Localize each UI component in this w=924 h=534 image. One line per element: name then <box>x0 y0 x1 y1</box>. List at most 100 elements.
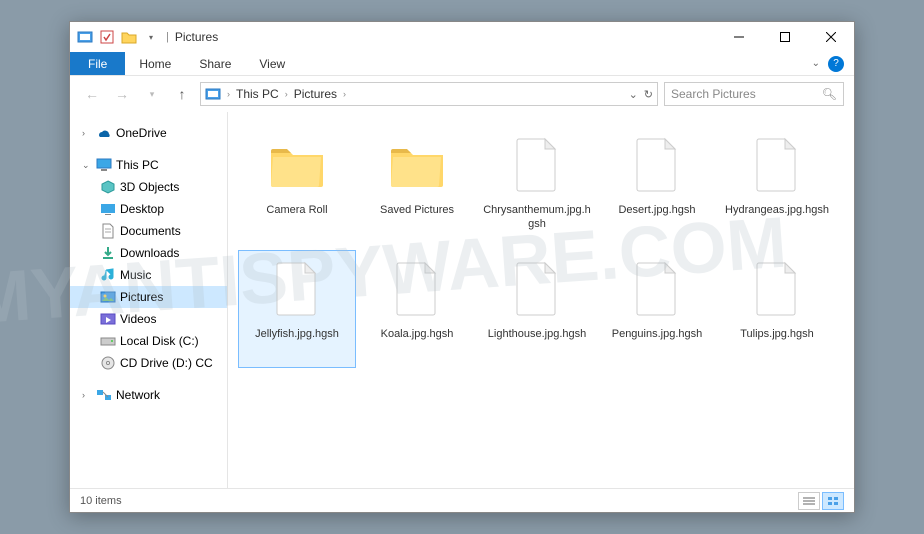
sidebar-label: Pictures <box>120 290 227 304</box>
ribbon-tab-share[interactable]: Share <box>185 52 245 75</box>
folder-type-icon <box>100 223 116 239</box>
sidebar-label: Local Disk (C:) <box>120 334 227 348</box>
chevron-icon[interactable]: › <box>82 390 92 400</box>
sidebar-item-onedrive[interactable]: › OneDrive <box>70 122 227 144</box>
statusbar: 10 items <box>70 488 854 512</box>
item-label: Desert.jpg.hgsh <box>618 203 695 217</box>
nav-up-button[interactable]: ↑ <box>170 82 194 106</box>
titlebar: ▾ | Pictures <box>70 22 854 52</box>
icon-view-button[interactable] <box>822 492 844 510</box>
folder-type-icon <box>100 311 116 327</box>
file-icon <box>265 257 329 321</box>
sidebar-item-network[interactable]: › Network <box>70 384 227 406</box>
nav-recent-dropdown[interactable]: ▾ <box>140 82 164 106</box>
chevron-icon[interactable]: › <box>82 128 92 138</box>
search-input[interactable]: Search Pictures 🔍︎ <box>664 82 844 106</box>
folder-type-icon <box>100 201 116 217</box>
window-controls <box>716 22 854 52</box>
body: › OneDrive ⌄ This PC 3D Objects Desktop Do… <box>70 112 854 488</box>
sidebar-label: Desktop <box>120 202 227 216</box>
addr-sep-2[interactable]: › <box>341 89 348 99</box>
ribbon: File Home Share View ⌄ ? <box>70 52 854 76</box>
file-icon <box>625 133 689 197</box>
folder-type-icon <box>100 289 116 305</box>
onedrive-icon <box>96 125 112 141</box>
nav-back-button[interactable]: ← <box>80 82 104 106</box>
file-icon <box>505 257 569 321</box>
quick-access-toolbar: ▾ <box>76 28 160 46</box>
sidebar-item-3d-objects[interactable]: 3D Objects <box>70 176 227 198</box>
explorer-window: ▾ | Pictures File Home Share View ⌄ ? ← … <box>69 21 855 513</box>
addr-dropdown-icon[interactable]: ⌄ <box>629 88 638 101</box>
chevron-down-icon[interactable]: ⌄ <box>82 160 92 171</box>
refresh-icon[interactable]: ↻ <box>644 88 653 101</box>
file-item-jellyfish-jpg-hgsh[interactable]: Jellyfish.jpg.hgsh <box>238 250 356 368</box>
close-button[interactable] <box>808 22 854 52</box>
item-label: Hydrangeas.jpg.hgsh <box>725 203 829 217</box>
folder-qat-icon[interactable] <box>120 28 138 46</box>
file-item-tulips-jpg-hgsh[interactable]: Tulips.jpg.hgsh <box>718 250 836 368</box>
ribbon-tab-home[interactable]: Home <box>125 52 185 75</box>
addr-sep-0[interactable]: › <box>225 89 232 99</box>
sidebar-item-cd-drive-d-cc[interactable]: CD Drive (D:) CC <box>70 352 227 374</box>
sidebar-item-documents[interactable]: Documents <box>70 220 227 242</box>
item-label: Koala.jpg.hgsh <box>381 327 454 341</box>
search-placeholder: Search Pictures <box>671 87 756 101</box>
sidebar-item-this-pc[interactable]: ⌄ This PC <box>70 154 227 176</box>
sidebar-label: 3D Objects <box>120 180 227 194</box>
sidebar-item-downloads[interactable]: Downloads <box>70 242 227 264</box>
sidebar-item-videos[interactable]: Videos <box>70 308 227 330</box>
search-icon: 🔍︎ <box>822 87 837 101</box>
nav-forward-button[interactable]: → <box>110 82 134 106</box>
file-item-hydrangeas-jpg-hgsh[interactable]: Hydrangeas.jpg.hgsh <box>718 126 836 244</box>
breadcrumb-pictures[interactable]: Pictures <box>292 87 339 101</box>
sidebar-label: CD Drive (D:) CC <box>120 356 227 370</box>
qat-dropdown-icon[interactable]: ▾ <box>142 28 160 46</box>
file-item-penguins-jpg-hgsh[interactable]: Penguins.jpg.hgsh <box>598 250 716 368</box>
sidebar-label: OneDrive <box>116 126 227 140</box>
sidebar-item-desktop[interactable]: Desktop <box>70 198 227 220</box>
content-pane[interactable]: Camera Roll Saved Pictures Chrysanthemum.j… <box>228 112 854 488</box>
folder-item-camera-roll[interactable]: Camera Roll <box>238 126 356 244</box>
pc-icon <box>96 157 112 173</box>
addr-sep-1[interactable]: › <box>283 89 290 99</box>
item-label: Saved Pictures <box>380 203 454 217</box>
sidebar-item-local-disk-c-[interactable]: Local Disk (C:) <box>70 330 227 352</box>
window-title: Pictures <box>175 30 218 44</box>
sidebar-item-music[interactable]: Music <box>70 264 227 286</box>
help-icon[interactable]: ? <box>828 56 844 72</box>
folder-icon <box>265 133 329 197</box>
maximize-button[interactable] <box>762 22 808 52</box>
ribbon-tab-view[interactable]: View <box>245 52 299 75</box>
details-view-button[interactable] <box>798 492 820 510</box>
ribbon-file-tab[interactable]: File <box>70 52 125 75</box>
item-label: Lighthouse.jpg.hgsh <box>488 327 586 341</box>
sidebar-label: Documents <box>120 224 227 238</box>
ribbon-expand-icon[interactable]: ⌄ <box>812 58 820 69</box>
breadcrumb-this-pc[interactable]: This PC <box>234 87 281 101</box>
address-folder-icon <box>205 86 221 102</box>
folder-type-icon <box>100 245 116 261</box>
address-bar[interactable]: › This PC › Pictures › ⌄ ↻ <box>200 82 658 106</box>
sidebar-label: Music <box>120 268 227 282</box>
file-icon <box>745 133 809 197</box>
status-item-count: 10 items <box>80 495 122 507</box>
properties-icon[interactable] <box>98 28 116 46</box>
item-label: Camera Roll <box>266 203 327 217</box>
sidebar-item-pictures[interactable]: Pictures <box>70 286 227 308</box>
file-icon <box>385 257 449 321</box>
sidebar-label: This PC <box>116 158 227 172</box>
folder-item-saved-pictures[interactable]: Saved Pictures <box>358 126 476 244</box>
network-icon <box>96 387 112 403</box>
folder-type-icon <box>100 355 116 371</box>
folder-type-icon <box>100 333 116 349</box>
minimize-button[interactable] <box>716 22 762 52</box>
navigation-bar: ← → ▾ ↑ › This PC › Pictures › ⌄ ↻ Searc… <box>70 76 854 112</box>
folder-type-icon <box>100 267 116 283</box>
file-icon <box>625 257 689 321</box>
file-item-desert-jpg-hgsh[interactable]: Desert.jpg.hgsh <box>598 126 716 244</box>
file-item-koala-jpg-hgsh[interactable]: Koala.jpg.hgsh <box>358 250 476 368</box>
item-label: Chrysanthemum.jpg.hgsh <box>481 203 593 232</box>
file-item-lighthouse-jpg-hgsh[interactable]: Lighthouse.jpg.hgsh <box>478 250 596 368</box>
file-item-chrysanthemum-jpg-hgsh[interactable]: Chrysanthemum.jpg.hgsh <box>478 126 596 244</box>
